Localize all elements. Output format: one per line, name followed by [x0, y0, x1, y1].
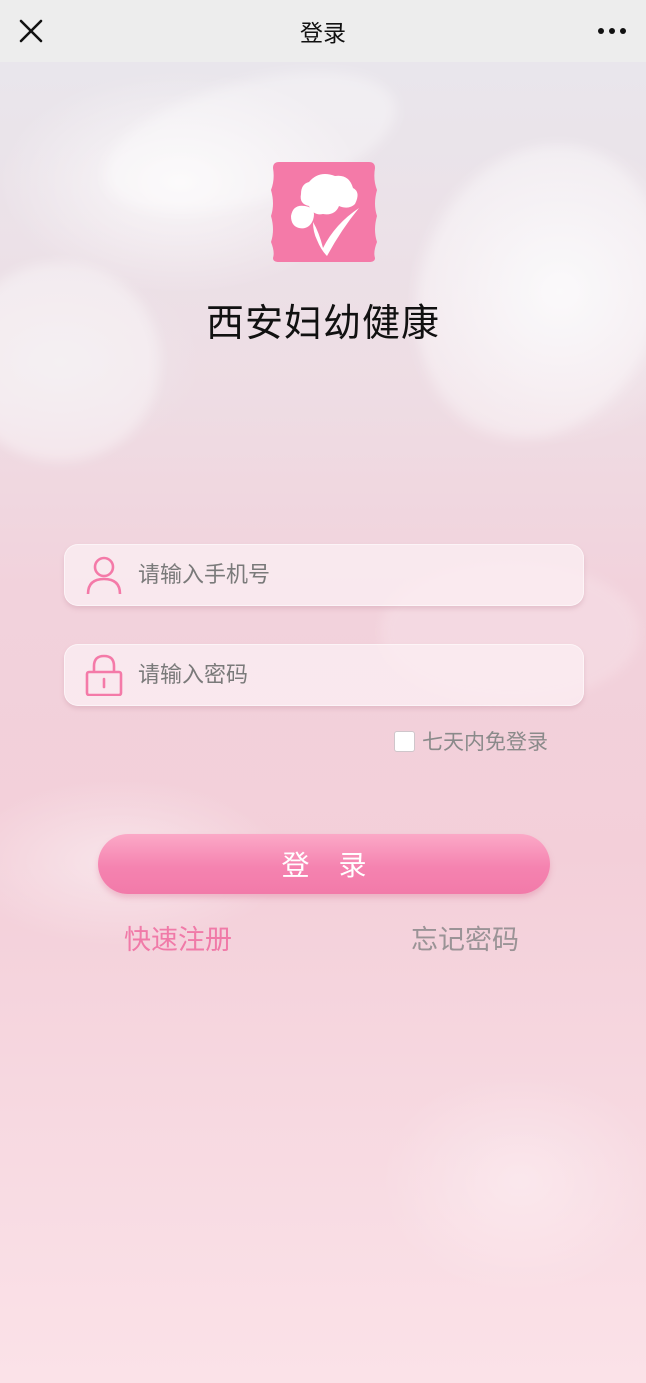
password-input[interactable] — [138, 644, 584, 706]
page-title: 登录 — [300, 21, 346, 47]
login-button-label: 登 录 — [281, 849, 377, 882]
more-dots-icon — [598, 28, 626, 34]
top-navigation-bar: 登录 — [0, 0, 646, 62]
app-name: 西安妇幼健康 — [205, 301, 440, 345]
phone-input[interactable] — [138, 544, 584, 606]
forgot-password-link[interactable]: 忘记密码 — [411, 918, 519, 957]
register-link[interactable]: 快速注册 — [124, 918, 232, 957]
close-button[interactable] — [12, 12, 50, 50]
lock-icon — [84, 654, 124, 696]
password-field — [64, 644, 584, 706]
phone-field — [64, 544, 584, 606]
login-button[interactable]: 登 录 — [98, 834, 550, 894]
remember-checkbox[interactable]: 七天内免登录 — [394, 726, 548, 756]
checkbox-box[interactable] — [394, 730, 415, 752]
user-icon — [84, 555, 124, 595]
remember-label: 七天内免登录 — [422, 730, 548, 754]
close-icon — [19, 19, 43, 43]
app-logo-icon — [269, 160, 379, 264]
more-button[interactable] — [590, 12, 634, 50]
